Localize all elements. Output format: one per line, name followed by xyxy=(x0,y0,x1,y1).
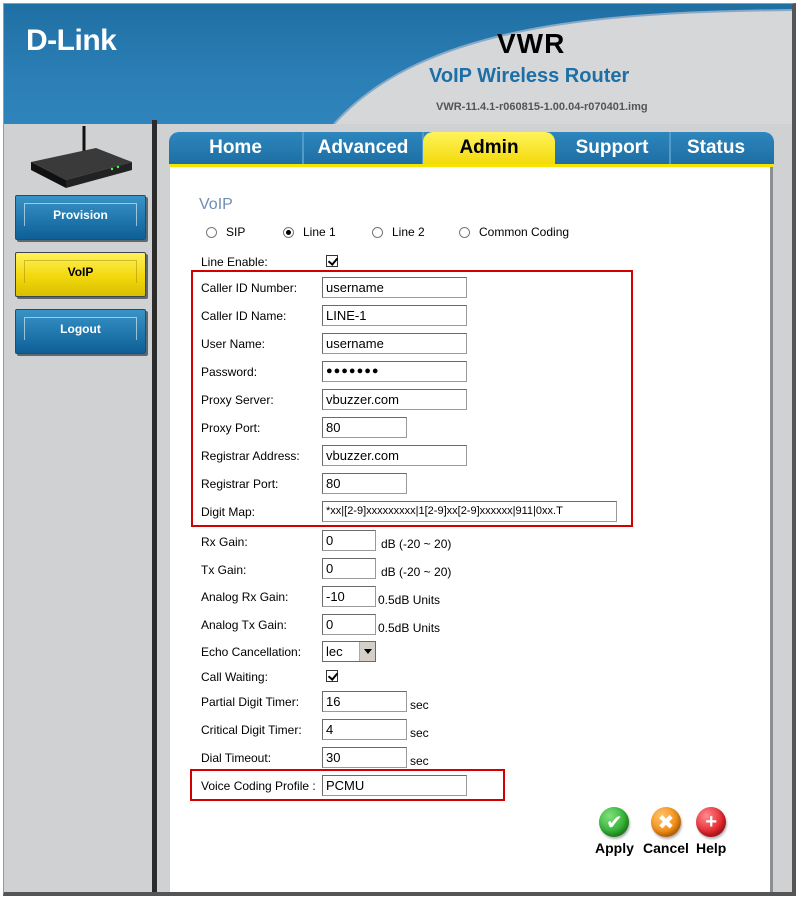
critical-digit-timer-input[interactable]: 4 xyxy=(322,719,407,740)
help-label: Help xyxy=(696,840,727,856)
voice-coding-profile-input[interactable]: PCMU xyxy=(322,775,467,796)
line-enable-label: Line Enable: xyxy=(201,255,268,269)
sidebar-item-label: VoIP xyxy=(67,264,94,279)
radio-button[interactable] xyxy=(206,226,217,238)
rx-gain-unit: dB (-20 ~ 20) xyxy=(381,537,452,551)
analog-rx-gain-label: Analog Rx Gain: xyxy=(201,590,289,604)
echo-cancellation-select[interactable]: lec xyxy=(322,641,376,662)
dial-timeout-input[interactable]: 30 xyxy=(322,747,407,768)
registrar-port-label: Registrar Port: xyxy=(201,477,279,491)
checkmark-icon: ✔ xyxy=(599,807,630,837)
main-tab-bar: Home Advanced Admin Support Status xyxy=(169,132,774,168)
partial-digit-timer-label: Partial Digit Timer: xyxy=(201,695,300,709)
section-title: VoIP xyxy=(199,196,233,213)
header-curve-graphic xyxy=(333,9,792,124)
line-enable-checkbox[interactable] xyxy=(326,255,338,267)
chevron-down-icon[interactable] xyxy=(359,642,375,661)
voice-coding-profile-label: Voice Coding Profile : xyxy=(201,779,316,793)
tab-admin[interactable]: Admin xyxy=(423,132,555,164)
radio-button[interactable] xyxy=(283,226,294,238)
page-frame: D-Link VWR VoIP Wireless Router VWR-11.4… xyxy=(3,3,796,896)
rx-gain-input[interactable]: 0 xyxy=(322,530,376,551)
tx-gain-input[interactable]: 0 xyxy=(322,558,376,579)
registrar-address-label: Registrar Address: xyxy=(201,449,300,463)
password-label: Password: xyxy=(201,365,258,379)
sidebar-item-voip[interactable]: VoIP xyxy=(15,252,146,297)
tab-support[interactable]: Support xyxy=(555,132,671,164)
analog-rx-gain-unit: 0.5dB Units xyxy=(378,593,441,607)
radio-button[interactable] xyxy=(459,226,470,238)
caller-id-name-input[interactable]: LINE-1 xyxy=(322,305,467,326)
radio-line-2[interactable]: Line 2 xyxy=(372,225,425,239)
critical-digit-timer-label: Critical Digit Timer: xyxy=(201,723,302,737)
digit-map-input[interactable]: *xx|[2-9]xxxxxxxxx|1[2-9]xx[2-9]xxxxxx|9… xyxy=(322,501,617,522)
radio-label: Line 2 xyxy=(392,225,425,239)
header-banner: D-Link VWR VoIP Wireless Router VWR-11.4… xyxy=(4,4,792,124)
tx-gain-label: Tx Gain: xyxy=(201,563,247,577)
digit-map-label: Digit Map: xyxy=(201,505,256,519)
tab-home[interactable]: Home xyxy=(169,132,304,164)
cancel-button[interactable]: ✖ Cancel xyxy=(643,807,689,856)
product-name: VoIP Wireless Router xyxy=(429,65,630,87)
critical-digit-timer-unit: sec xyxy=(410,726,429,740)
dial-timeout-label: Dial Timeout: xyxy=(201,751,272,765)
radio-sip[interactable]: SIP xyxy=(206,225,245,239)
apply-button[interactable]: ✔ Apply xyxy=(595,807,634,856)
radio-line-1[interactable]: Line 1 xyxy=(283,225,336,239)
caller-id-number-label: Caller ID Number: xyxy=(201,281,298,295)
router-device-icon xyxy=(31,126,132,188)
help-button[interactable]: + Help xyxy=(696,807,726,856)
tx-gain-unit: dB (-20 ~ 20) xyxy=(381,565,452,579)
cancel-x-icon: ✖ xyxy=(650,807,681,837)
sidebar-item-label: Provision xyxy=(53,207,108,222)
dlink-logo: D-Link xyxy=(26,24,117,57)
sidebar-item-label: Logout xyxy=(60,321,101,336)
product-code: VWR xyxy=(497,28,566,59)
partial-digit-timer-input[interactable]: 16 xyxy=(322,691,407,712)
radio-label: Line 1 xyxy=(303,225,336,239)
rx-gain-label: Rx Gain: xyxy=(201,535,248,549)
proxy-port-label: Proxy Port: xyxy=(201,421,261,435)
proxy-server-label: Proxy Server: xyxy=(201,393,274,407)
content-panel: VoIP SIP Line 1 Line 2 Common Coding Lin… xyxy=(170,167,773,892)
analog-tx-gain-input[interactable]: 0 xyxy=(322,614,376,635)
password-input[interactable]: ●●●●●●● xyxy=(322,361,467,382)
radio-button[interactable] xyxy=(372,226,383,238)
cancel-label: Cancel xyxy=(643,840,689,856)
caller-id-number-input[interactable]: username xyxy=(322,277,467,298)
registrar-port-input[interactable]: 80 xyxy=(322,473,407,494)
tab-advanced[interactable]: Advanced xyxy=(304,132,424,164)
radio-common-coding[interactable]: Common Coding xyxy=(459,225,569,239)
help-plus-icon: + xyxy=(696,807,727,837)
call-waiting-checkbox[interactable] xyxy=(326,670,338,682)
dial-timeout-unit: sec xyxy=(410,754,429,768)
sidebar-item-logout[interactable]: Logout xyxy=(15,309,146,354)
analog-tx-gain-unit: 0.5dB Units xyxy=(378,621,441,635)
proxy-port-input[interactable]: 80 xyxy=(322,417,407,438)
apply-label: Apply xyxy=(595,840,634,856)
sidebar-item-provision[interactable]: Provision xyxy=(15,195,146,240)
analog-rx-gain-input[interactable]: -10 xyxy=(322,586,376,607)
user-name-label: User Name: xyxy=(201,337,266,351)
partial-digit-timer-unit: sec xyxy=(410,698,429,712)
firmware-version: VWR-11.4.1-r060815-1.00.04-r070401.img xyxy=(436,101,648,113)
sidebar-divider xyxy=(152,120,157,892)
radio-label: SIP xyxy=(226,225,246,239)
proxy-server-input[interactable]: vbuzzer.com xyxy=(322,389,467,410)
analog-tx-gain-label: Analog Tx Gain: xyxy=(201,618,287,632)
echo-cancellation-label: Echo Cancellation: xyxy=(201,645,302,659)
user-name-input[interactable]: username xyxy=(322,333,467,354)
call-waiting-label: Call Waiting: xyxy=(201,670,268,684)
caller-id-name-label: Caller ID Name: xyxy=(201,309,287,323)
tab-status[interactable]: Status xyxy=(671,132,761,164)
radio-label: Common Coding xyxy=(479,225,570,239)
echo-cancellation-value: lec xyxy=(326,644,343,659)
registrar-address-input[interactable]: vbuzzer.com xyxy=(322,445,467,466)
